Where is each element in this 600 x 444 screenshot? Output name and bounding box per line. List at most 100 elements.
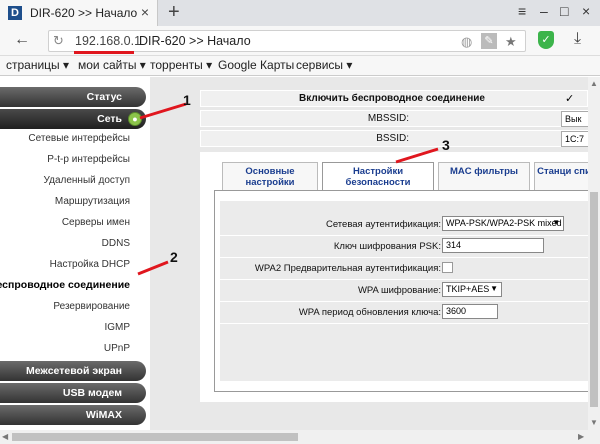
horizontal-scroll-thumb[interactable]: [12, 433, 298, 441]
sidebar-item-dhcp[interactable]: Настройка DHCP: [50, 259, 130, 270]
dropdown-arrow-icon: ▼: [490, 284, 498, 293]
wpa2-preauth-row: WPA2 Предварительная аутентификация:: [220, 259, 588, 279]
tab-title: DIR-620 >> Начало: [30, 6, 138, 20]
tab-mac-filters[interactable]: MAC фильтры: [438, 162, 530, 190]
wpa-cipher-row: WPA шифрование: TKIP+AES ▼: [220, 281, 588, 301]
security-form: Сетевая аутентификация: WPA-PSK/WPA2-PSK…: [220, 201, 588, 381]
psk-input[interactable]: 314: [442, 238, 544, 253]
annotation-number-2: 2: [170, 249, 178, 265]
wpa-rekey-row: WPA период обновления ключа: 3600: [220, 303, 588, 323]
bookmarks-bar: страницы ▾ мои сайты ▾ торренты ▾ Google…: [0, 56, 600, 76]
bssid-value: 1C:7: [561, 131, 588, 147]
psk-label: Ключ шифрования PSK:: [333, 241, 441, 252]
divider: [220, 279, 588, 280]
wpa-rekey-input[interactable]: 3600: [442, 304, 498, 319]
auth-select[interactable]: WPA-PSK/WPA2-PSK mixed ▼: [442, 216, 564, 231]
sidebar-item-wireless[interactable]: Беспроводное соединение: [0, 279, 130, 291]
bookmark-pages[interactable]: страницы ▾: [6, 58, 69, 72]
close-tab-icon[interactable]: ×: [141, 4, 149, 20]
sidebar-item-reservation[interactable]: Резервирование: [53, 301, 130, 312]
menu-wimax[interactable]: WiMAX: [0, 405, 146, 425]
sidebar-item-interfaces[interactable]: Сетевые интерфейсы: [28, 133, 130, 144]
horizontal-scrollbar[interactable]: ◀ ▶: [0, 430, 600, 444]
wpa-cipher-select[interactable]: TKIP+AES ▼: [442, 282, 502, 297]
sidebar-item-routing[interactable]: Маршрутизация: [55, 196, 130, 207]
url-page-title: DIR-620 >> Начало: [139, 34, 251, 48]
new-tab-button[interactable]: +: [168, 1, 180, 23]
wpa-cipher-value: TKIP+AES: [446, 284, 490, 294]
settings-tabs-area: Основные настройки Настройки безопасност…: [200, 152, 588, 402]
host-underline-annotation: [74, 51, 134, 54]
vertical-scroll-thumb[interactable]: [590, 192, 598, 407]
sidebar-menu: Статус Сеть ● Сетевые интерфейсы P-t-p и…: [0, 77, 150, 430]
navigation-bar: ← ↻ 192.168.0.1 DIR-620 >> Начало ◍ ✎ ★ …: [0, 26, 600, 56]
divider: [220, 235, 588, 236]
auth-row: Сетевая аутентификация: WPA-PSK/WPA2-PSK…: [220, 215, 588, 235]
router-page: Статус Сеть ● Сетевые интерфейсы P-t-p и…: [0, 77, 588, 430]
expand-dot-icon: ●: [128, 112, 142, 126]
dlink-favicon-icon: D: [8, 6, 22, 20]
security-panel: Сетевая аутентификация: WPA-PSK/WPA2-PSK…: [214, 190, 588, 392]
sidebar-item-upnp[interactable]: UPnP: [104, 343, 130, 354]
url-host: 192.168.0.1: [75, 34, 142, 48]
tab-basic-settings[interactable]: Основные настройки: [222, 162, 318, 190]
auth-label: Сетевая аутентификация:: [325, 219, 441, 230]
mbssid-select[interactable]: Вык: [561, 111, 588, 127]
menu-status[interactable]: Статус: [0, 87, 146, 107]
menu-network[interactable]: Сеть ●: [0, 109, 146, 129]
divider: [220, 257, 588, 258]
enable-wireless-label: Включить беспроводное соединение: [299, 93, 485, 104]
bookmark-google-maps[interactable]: Google Карты: [218, 58, 294, 72]
close-window-icon[interactable]: ×: [582, 3, 590, 19]
star-icon[interactable]: ★: [505, 34, 517, 50]
enable-wireless-checkbox[interactable]: ✓: [565, 92, 574, 105]
wpa2-preauth-checkbox[interactable]: [442, 262, 453, 273]
menu-usb-modem[interactable]: USB модем: [0, 383, 146, 403]
bookmark-torrents[interactable]: торренты ▾: [150, 58, 212, 72]
menu-network-label: Сеть: [97, 113, 122, 125]
wpa-cipher-label: WPA шифрование:: [357, 285, 441, 296]
maximize-icon[interactable]: □: [560, 3, 568, 19]
menu-firewall[interactable]: Межсетевой экран: [0, 361, 146, 381]
browser-window: D DIR-620 >> Начало × + ≡ – □ × ← ↻ 192.…: [0, 0, 600, 444]
globe-icon[interactable]: ◍: [461, 34, 472, 50]
reload-icon[interactable]: ↻: [53, 33, 64, 49]
title-bar: D DIR-620 >> Начало × + ≡ – □ ×: [0, 0, 600, 26]
bssid-label: BSSID:: [376, 133, 409, 144]
psk-row: Ключ шифрования PSK: 314: [220, 237, 588, 257]
back-arrow-icon[interactable]: ←: [14, 31, 30, 49]
dropdown-arrow-icon: ▼: [552, 218, 560, 227]
divider: [220, 301, 588, 302]
sidebar-item-ddns[interactable]: DDNS: [102, 238, 130, 249]
scroll-down-icon[interactable]: ▼: [590, 418, 598, 427]
sidebar-item-remote-access[interactable]: Удаленный доступ: [44, 175, 130, 186]
download-icon[interactable]: ⤓: [574, 30, 581, 48]
content-area: Включить беспроводное соединение ✓ MBSSI…: [150, 77, 588, 430]
enable-wireless-row: Включить беспроводное соединение ✓: [200, 90, 588, 107]
tab-stations[interactable]: Станци спи: [534, 162, 588, 190]
vertical-scrollbar[interactable]: ▲ ▼: [588, 77, 600, 430]
sidebar-item-ptp[interactable]: P-t-p интерфейсы: [47, 154, 130, 165]
shield-check-icon[interactable]: ✓: [538, 31, 554, 49]
wpa2-preauth-label: WPA2 Предварительная аутентификация:: [254, 263, 441, 274]
annotation-number-3: 3: [442, 137, 450, 153]
mbssid-label: MBSSID:: [367, 113, 409, 124]
scroll-left-icon[interactable]: ◀: [2, 432, 8, 441]
scroll-up-icon[interactable]: ▲: [590, 79, 598, 88]
pencil-icon[interactable]: ✎: [481, 33, 497, 49]
bookmark-services[interactable]: сервисы ▾: [296, 58, 352, 72]
minimize-icon[interactable]: –: [540, 3, 548, 19]
bookmark-my-sites[interactable]: мои сайты ▾: [78, 58, 146, 72]
address-bar[interactable]: ↻ 192.168.0.1 DIR-620 >> Начало ◍ ✎ ★: [48, 30, 526, 54]
scroll-right-icon[interactable]: ▶: [578, 432, 584, 441]
menu-icon[interactable]: ≡: [518, 3, 526, 19]
tab-security-settings[interactable]: Настройки безопасности: [322, 162, 434, 191]
annotation-number-1: 1: [183, 92, 191, 108]
auth-select-value: WPA-PSK/WPA2-PSK mixed: [446, 218, 562, 228]
sidebar-item-igmp[interactable]: IGMP: [104, 322, 130, 333]
mbssid-row: MBSSID: Вык: [200, 110, 588, 127]
bssid-row: BSSID: 1C:7: [200, 130, 588, 147]
sidebar-item-dns[interactable]: Серверы имен: [62, 217, 130, 228]
browser-tab[interactable]: D DIR-620 >> Начало ×: [0, 0, 158, 26]
divider: [220, 323, 588, 324]
